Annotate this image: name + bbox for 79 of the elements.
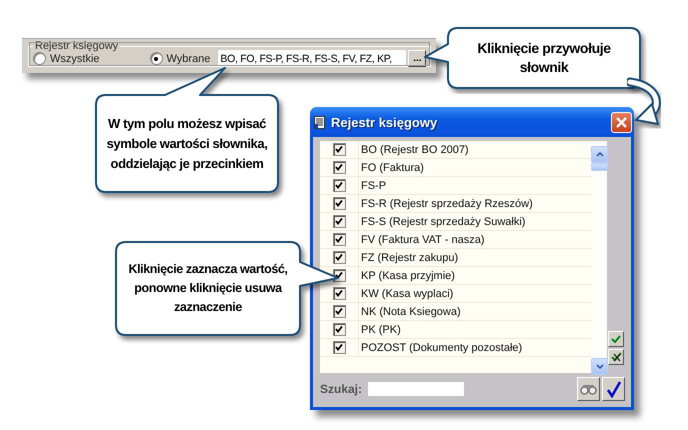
check-icon bbox=[335, 326, 343, 333]
scroll-thumb[interactable] bbox=[591, 163, 608, 171]
radio-button[interactable] bbox=[33, 52, 46, 65]
item-label: FV (Faktura VAT - nasza) bbox=[360, 234, 484, 246]
chevron-up-icon bbox=[596, 152, 604, 157]
binoculars-button[interactable] bbox=[577, 377, 600, 401]
item-label: FZ (Rejestr zakupu) bbox=[360, 252, 458, 264]
browse-button[interactable]: ... bbox=[408, 50, 426, 67]
close-icon bbox=[615, 116, 628, 128]
item-label: KP (Kasa przyjmie) bbox=[360, 270, 455, 282]
item-label: POZOST (Dokumenty pozostałe) bbox=[360, 342, 522, 354]
callout-text: Kliknięcie zaznacza wartość, ponowne kliknięcie usuwa zaznaczenie bbox=[127, 261, 288, 316]
checkbox[interactable] bbox=[332, 251, 346, 264]
input-field[interactable]: BO, FO, FS-P, FS-R, FS-S, FV, FZ, KP, bbox=[218, 50, 406, 67]
check-icon bbox=[611, 334, 621, 344]
list-row[interactable]: FZ (Rejestr zakupu) bbox=[320, 249, 591, 267]
scroll-up-button[interactable] bbox=[591, 146, 608, 163]
check-icon bbox=[335, 200, 343, 207]
list-row[interactable]: FS-S (Rejestr sprzedaży Suwałki) bbox=[320, 213, 591, 231]
checkbox[interactable] bbox=[332, 341, 346, 354]
list-row[interactable]: NK (Nota Ksiegowa) bbox=[320, 303, 591, 321]
callout-text: W tym polu możesz wpisać symbole wartości słownika, oddzielając je przecinkiem bbox=[106, 114, 268, 173]
check-icon bbox=[335, 254, 343, 261]
group-label: Rejestr księgowy bbox=[34, 41, 120, 51]
check-icon bbox=[335, 308, 343, 315]
deselect-all-button[interactable] bbox=[608, 349, 624, 365]
scroll-down-button[interactable] bbox=[591, 358, 608, 375]
checkbox[interactable] bbox=[332, 287, 346, 300]
binoculars-icon bbox=[580, 384, 597, 394]
checkbox[interactable] bbox=[332, 197, 346, 210]
checkbox[interactable] bbox=[332, 143, 346, 156]
checkbox[interactable] bbox=[332, 305, 346, 318]
check-icon bbox=[335, 236, 343, 243]
check-icon bbox=[335, 164, 343, 171]
radio-button[interactable] bbox=[150, 52, 162, 65]
callout-text: Kliknięcie przywołuje słownik bbox=[476, 39, 612, 77]
search-label: Szukaj: bbox=[320, 382, 362, 396]
list-row[interactable]: KW (Kasa wyplaci) bbox=[320, 285, 591, 303]
list-row[interactable]: PK (PK) bbox=[320, 321, 591, 339]
list-row[interactable]: POZOST (Dokumenty pozostałe) bbox=[320, 339, 591, 357]
check-icon bbox=[335, 344, 343, 351]
checkbox[interactable] bbox=[332, 323, 346, 336]
checkbox[interactable] bbox=[332, 179, 346, 192]
scrollbar[interactable] bbox=[591, 141, 607, 373]
item-label: FO (Faktura) bbox=[360, 162, 424, 174]
item-label: FS-S (Rejestr sprzedaży Suwałki) bbox=[360, 216, 526, 228]
checkbox[interactable] bbox=[332, 161, 346, 174]
search-field[interactable] bbox=[368, 382, 464, 396]
check-icon bbox=[335, 182, 343, 189]
checkbox[interactable] bbox=[332, 233, 346, 246]
close-button[interactable] bbox=[611, 112, 632, 132]
item-label: FS-P bbox=[360, 180, 386, 192]
check-icon bbox=[335, 290, 343, 297]
curved-arrow bbox=[626, 78, 661, 126]
list-row[interactable]: BO (Rejestr BO 2007) bbox=[320, 141, 591, 159]
check-icon bbox=[335, 218, 343, 225]
check-icon bbox=[606, 380, 622, 398]
checkbox[interactable] bbox=[332, 215, 346, 228]
window-title: Rejestr księgowy bbox=[331, 114, 438, 130]
item-label: BO (Rejestr BO 2007) bbox=[360, 144, 469, 156]
radio-option[interactable]: Wszystkie bbox=[33, 52, 100, 65]
list-row[interactable]: FO (Faktura) bbox=[320, 159, 591, 177]
list-row[interactable]: FS-R (Rejestr sprzedaży Rzeszów) bbox=[320, 195, 591, 213]
item-label: FS-R (Rejestr sprzedaży Rzeszów) bbox=[360, 198, 533, 210]
item-label: NK (Nota Ksiegowa) bbox=[360, 306, 461, 318]
crossed-check-icon bbox=[610, 352, 622, 362]
check-icon bbox=[335, 272, 343, 279]
list-icon bbox=[314, 116, 325, 128]
item-label: KW (Kasa wyplaci) bbox=[360, 288, 454, 300]
select-all-button[interactable] bbox=[608, 331, 624, 347]
radio-label: Wybrane bbox=[166, 52, 210, 64]
list-row[interactable]: FV (Faktura VAT - nasza) bbox=[320, 231, 591, 249]
list-row[interactable]: FS-P bbox=[320, 177, 591, 195]
check-icon bbox=[335, 146, 343, 153]
radio-label: Wszystkie bbox=[50, 52, 100, 64]
chevron-down-icon bbox=[596, 364, 604, 369]
confirm-button[interactable] bbox=[602, 377, 625, 401]
radio-option[interactable]: Wybrane bbox=[150, 52, 210, 65]
item-label: PK (PK) bbox=[360, 324, 401, 336]
